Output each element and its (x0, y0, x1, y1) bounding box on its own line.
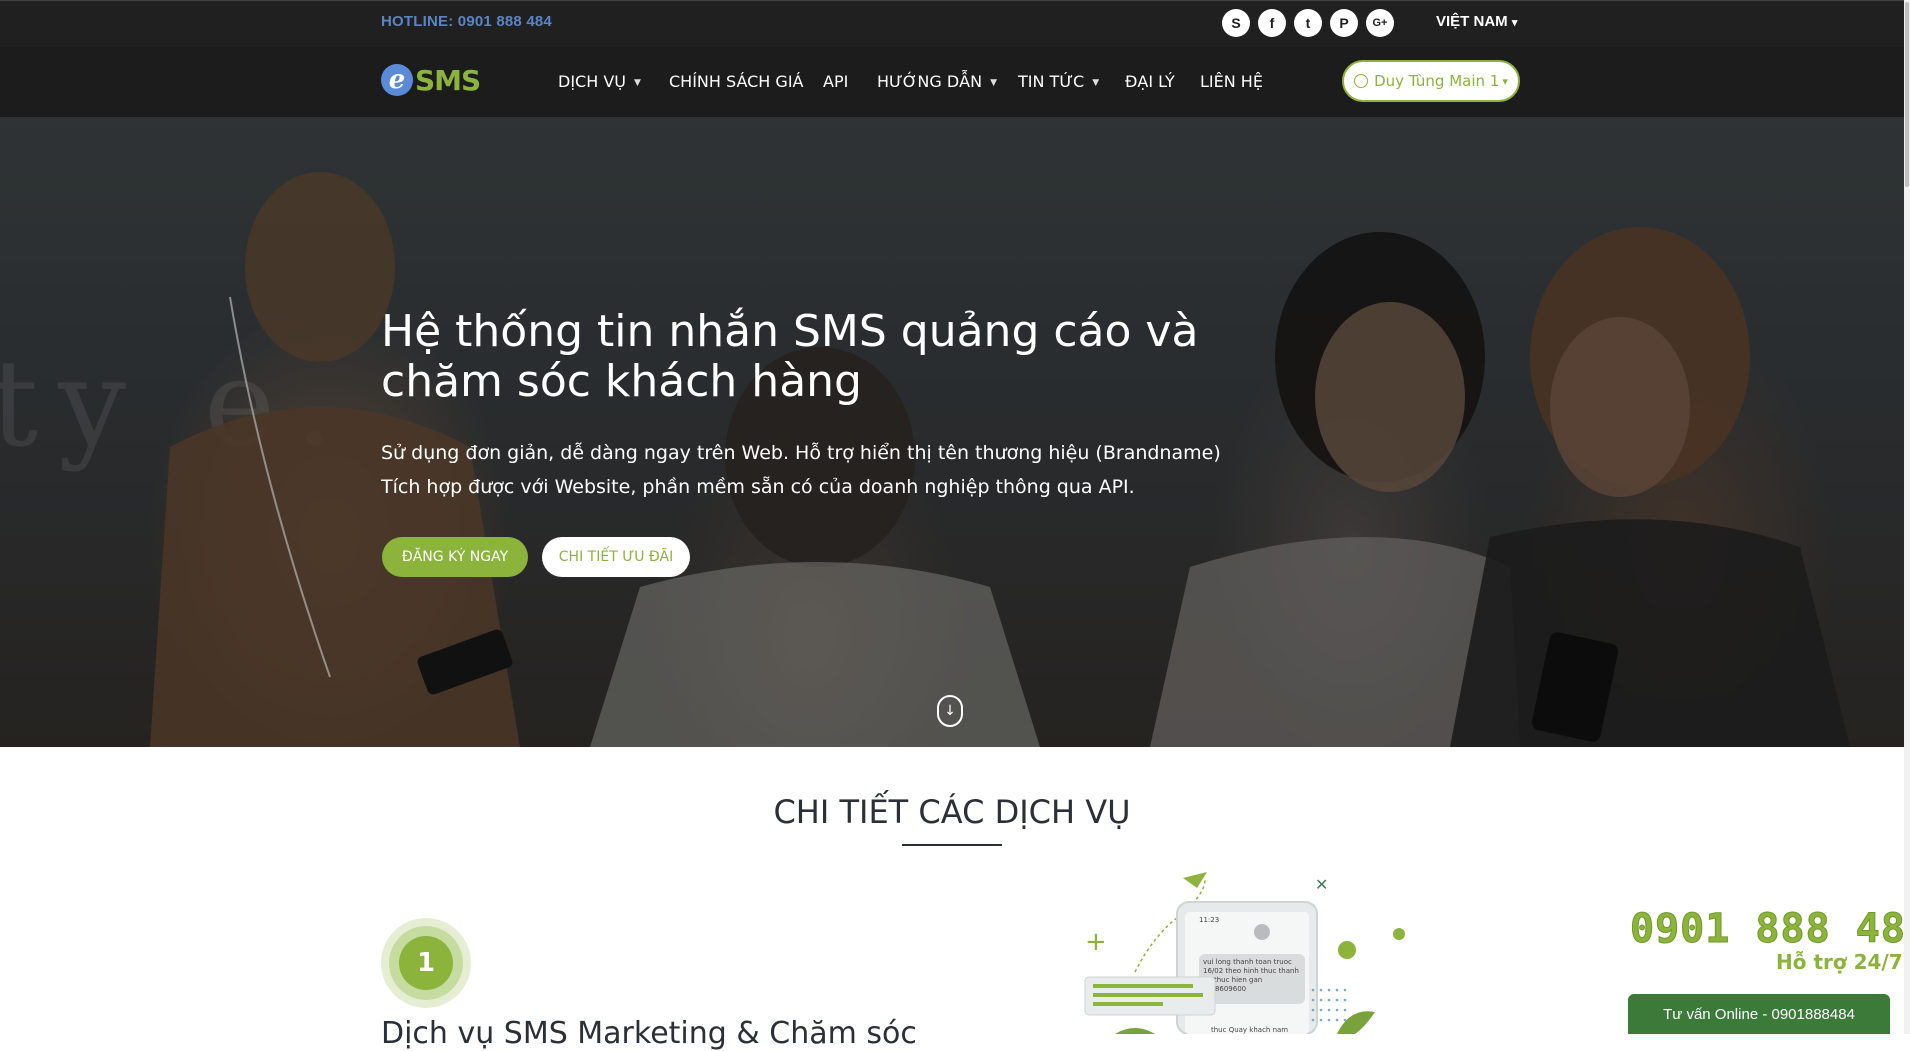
hotline-text[interactable]: HOTLINE: 0901 888 484 (381, 13, 552, 30)
pinterest-icon[interactable]: P (1330, 9, 1358, 37)
chevron-down-icon: ▼ (633, 77, 641, 88)
logo-mark: e (381, 64, 413, 96)
language-label: VIỆT NAM (1436, 13, 1508, 30)
register-now-button[interactable]: ĐĂNG KÝ NGAY (382, 537, 528, 577)
facebook-icon[interactable]: f (1258, 9, 1286, 37)
top-bar (0, 0, 1904, 48)
chevron-down-icon: ▾ (1502, 74, 1508, 88)
nav-item-dich-vu[interactable]: DỊCH VỤ ▼ (558, 72, 641, 91)
hero-subtitle-line1: Sử dụng đơn giản, dễ dàng ngay trên Web.… (381, 442, 1221, 464)
user-icon (1354, 74, 1369, 88)
nav-item-chinh-sach-gia[interactable]: CHÍNH SÁCH GIÁ (669, 72, 803, 91)
nav-item-dai-ly[interactable]: ĐẠI LÝ (1125, 72, 1175, 91)
hero-overlay (0, 117, 1904, 747)
hero-subtitle-line2: Tích hợp được với Website, phần mềm sẵn … (381, 476, 1135, 498)
svg-text:16/02 theo hinh thuc thanh: 16/02 theo hinh thuc thanh (1203, 967, 1299, 975)
floating-hotline-number[interactable]: 0901 888 484 (1630, 906, 1910, 953)
svg-text:+: + (1085, 927, 1107, 957)
step-number-badge: 1 (399, 936, 453, 990)
language-selector[interactable]: VIỆT NAM ▾ (1436, 13, 1517, 30)
offer-details-button[interactable]: CHI TIẾT ƯU ĐÃI (542, 537, 690, 577)
user-name: Duy Tùng Main 1 (1374, 72, 1500, 90)
hero-title: Hệ thống tin nhắn SMS quảng cáo và chăm … (381, 306, 1199, 407)
user-menu-button[interactable]: Duy Tùng Main 1 ▾ (1342, 60, 1520, 102)
logo-text: SMS (415, 63, 481, 97)
svg-text:thuc Quay khach nam: thuc Quay khach nam (1211, 1026, 1288, 1034)
scroll-down-icon[interactable]: ↓ (937, 695, 963, 727)
twitter-icon[interactable]: t (1294, 9, 1322, 37)
title-underline (902, 844, 1002, 846)
hero-banner: ty e. Hệ thống tin nhắn SMS quảng cáo và… (0, 117, 1904, 747)
nav-item-tin-tuc[interactable]: TIN TỨC ▼ (1018, 72, 1099, 91)
esms-logo[interactable]: e SMS (381, 62, 481, 98)
svg-text:vui long thanh toan truoc: vui long thanh toan truoc (1203, 958, 1292, 966)
phone-time: 11:23 (1199, 916, 1219, 924)
scrollbar-thumb[interactable] (1905, 2, 1909, 187)
chevron-down-icon: ▼ (1092, 77, 1100, 88)
sms-phone-illustration: ✕ + 11:23 vui long thanh toan truoc 16/0… (1084, 872, 1405, 1034)
online-chat-button[interactable]: Tư vấn Online - 0901888484 (1628, 994, 1890, 1034)
nav-label: TIN TỨC (1018, 72, 1085, 91)
svg-text:✕: ✕ (1315, 875, 1328, 894)
paper-plane-icon (1183, 872, 1207, 888)
chevron-down-icon: ▾ (1511, 17, 1518, 29)
skype-icon[interactable]: S (1222, 9, 1250, 37)
nav-item-huong-dan[interactable]: HƯỚNG DẪN ▼ (877, 72, 997, 91)
nav-label: HƯỚNG DẪN (877, 72, 983, 91)
google-plus-icon[interactable]: G+ (1366, 9, 1394, 37)
nav-item-lien-he[interactable]: LIÊN HỆ (1200, 72, 1263, 91)
services-section-title: CHI TIẾT CÁC DỊCH VỤ (773, 793, 1131, 831)
nav-item-api[interactable]: API (823, 72, 848, 91)
nav-label: DỊCH VỤ (558, 72, 626, 91)
support-24-7-label: Hỗ trợ 24/7 (1776, 950, 1903, 974)
chevron-down-icon: ▼ (990, 77, 997, 88)
